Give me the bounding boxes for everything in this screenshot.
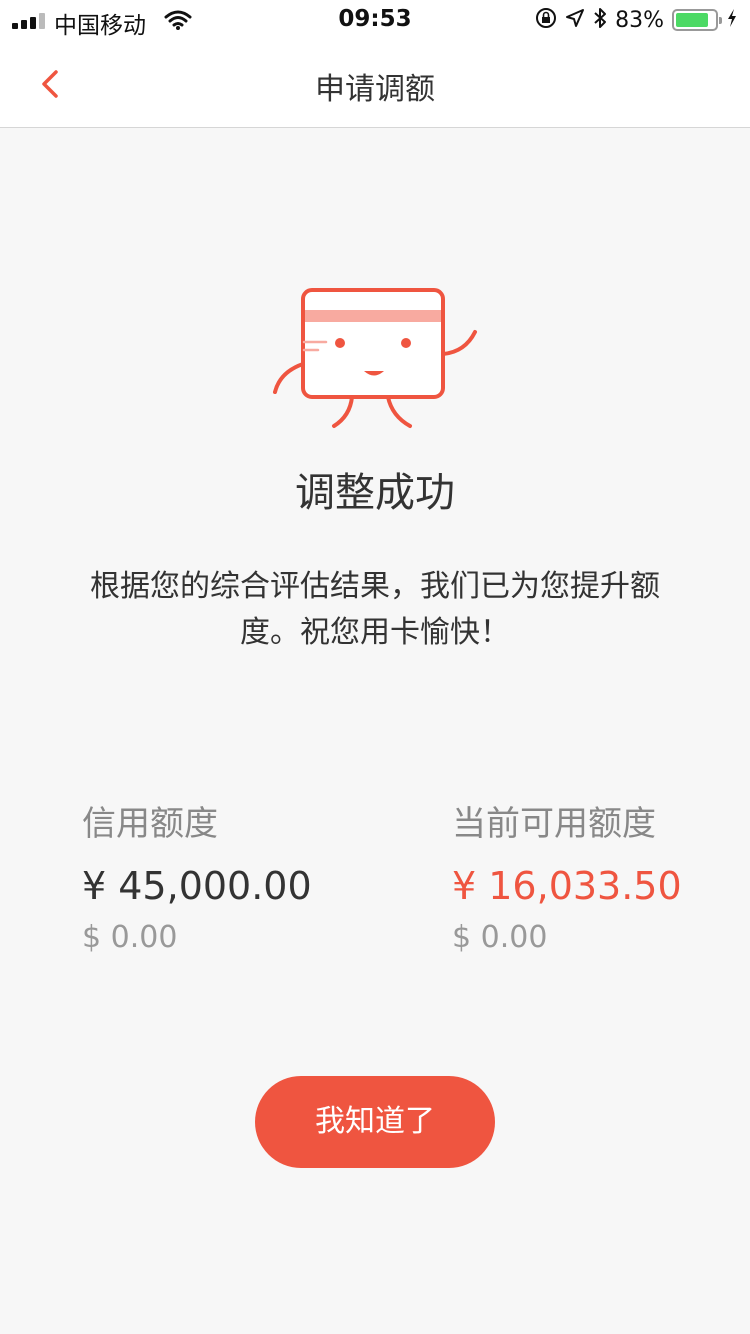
credit-limit-label: 信用额度 [82, 804, 218, 844]
status-bar: 中国移动 09:53 83% [0, 0, 750, 40]
result-title: 调整成功 [295, 470, 455, 516]
card-mascot-icon [270, 284, 482, 434]
confirm-button[interactable]: 我知道了 [255, 1076, 495, 1168]
result-description: 根据您的综合评估结果，我们已为您提升额度。祝您用卡愉快！ [90, 569, 660, 650]
credit-limit-block: 信用额度 ¥ 45,000.00 $ 0.00 [82, 800, 312, 960]
battery-percent: 83% [615, 7, 664, 33]
available-limit-block: 当前可用额度 ¥ 16,033.50 $ 0.00 [452, 800, 682, 960]
page-title: 申请调额 [315, 72, 435, 107]
battery-icon [672, 9, 722, 31]
available-limit-cny: ¥ 16,033.50 [452, 864, 682, 908]
battery-level [676, 13, 708, 27]
navigation-bar: 申请调额 [0, 40, 750, 128]
credit-limit-cny: ¥ 45,000.00 [82, 864, 312, 908]
bluetooth-icon [593, 7, 607, 33]
credit-limit-usd: $ 0.00 [82, 920, 178, 955]
location-icon [565, 8, 585, 32]
available-limit-label: 当前可用额度 [452, 804, 656, 844]
available-limit-usd: $ 0.00 [452, 920, 548, 955]
rotation-lock-icon [535, 7, 557, 33]
charging-icon [726, 8, 738, 32]
